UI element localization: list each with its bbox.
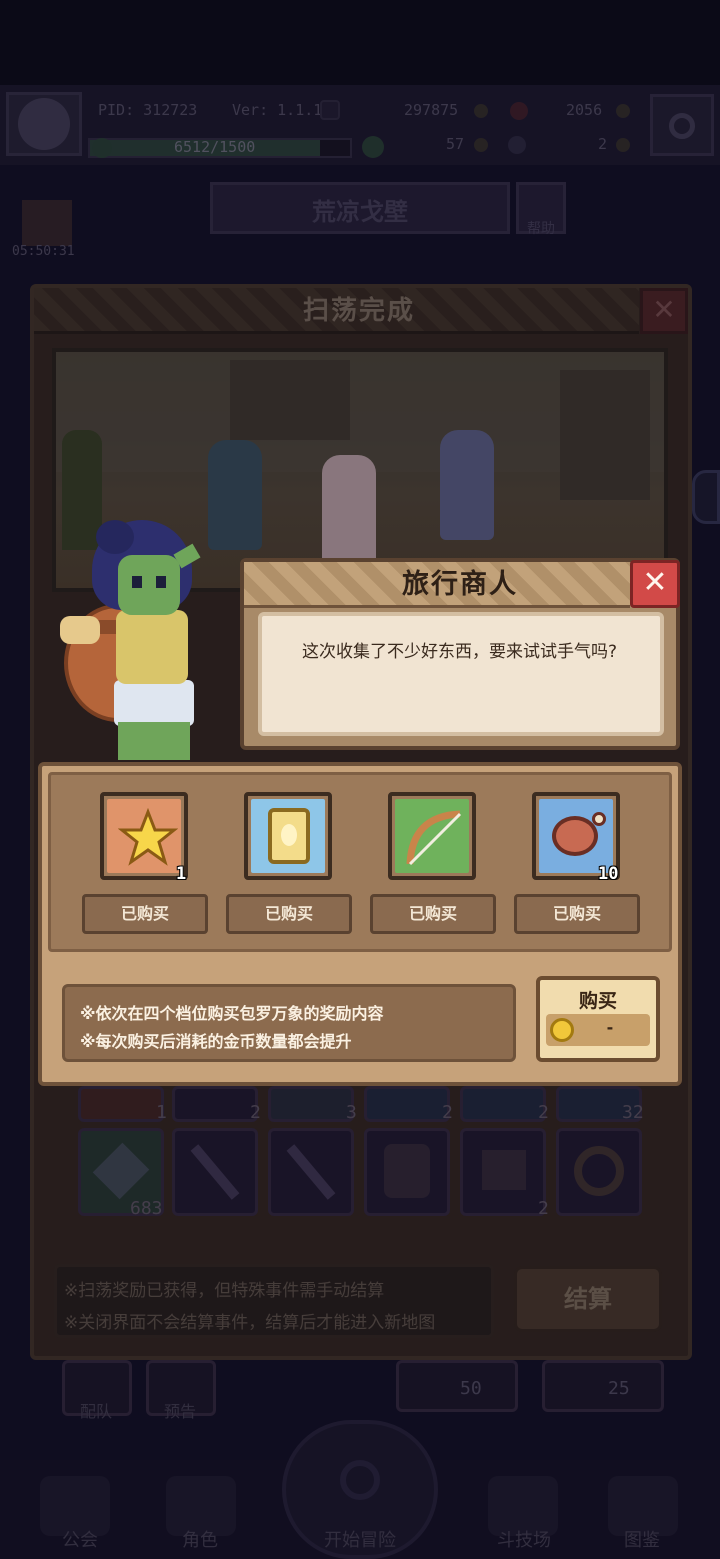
shop-item-bow[interactable]: [388, 792, 476, 880]
merchant-close-button[interactable]: ✕: [630, 560, 680, 608]
buy-label: 购买: [578, 990, 617, 1012]
merchant-speech-text: 这次收集了不少好东西，要来试试手气吗?: [302, 642, 618, 662]
meat-icon: [552, 816, 598, 856]
shop-item-star[interactable]: [100, 792, 188, 880]
item-qty: 10: [598, 864, 619, 884]
merchant-hair-bun: [96, 520, 134, 554]
shop-item-card[interactable]: [244, 792, 332, 880]
star-icon: [118, 808, 178, 866]
merchant-dialog-title: 旅行商人: [402, 569, 518, 600]
merchant-speech-box: [258, 612, 664, 736]
merchant-legs: [118, 722, 190, 760]
gold-coin-icon: [550, 1018, 574, 1042]
shop-info-line: ※依次在四个档位购买包罗万象的奖励内容: [80, 1004, 384, 1023]
item-status-button[interactable]: 已购买: [82, 894, 208, 934]
merchant-eye: [156, 576, 166, 588]
buy-price: -: [606, 1018, 614, 1037]
merchant-shorts: [114, 680, 194, 726]
bow-icon: [406, 810, 462, 866]
merchant-eye: [132, 576, 142, 588]
merchant-body: [116, 610, 188, 684]
item-status-button[interactable]: 已购买: [226, 894, 352, 934]
merchant-face: [118, 555, 180, 615]
golden-card-icon: [268, 808, 310, 864]
item-status-button[interactable]: 已购买: [370, 894, 496, 934]
item-qty: 1: [176, 864, 187, 884]
scroll-roll: [60, 616, 100, 644]
item-status-button[interactable]: 已购买: [514, 894, 640, 934]
meat-bone: [592, 812, 606, 826]
shop-info-line: ※每次购买后消耗的金币数量都会提升: [80, 1032, 352, 1051]
